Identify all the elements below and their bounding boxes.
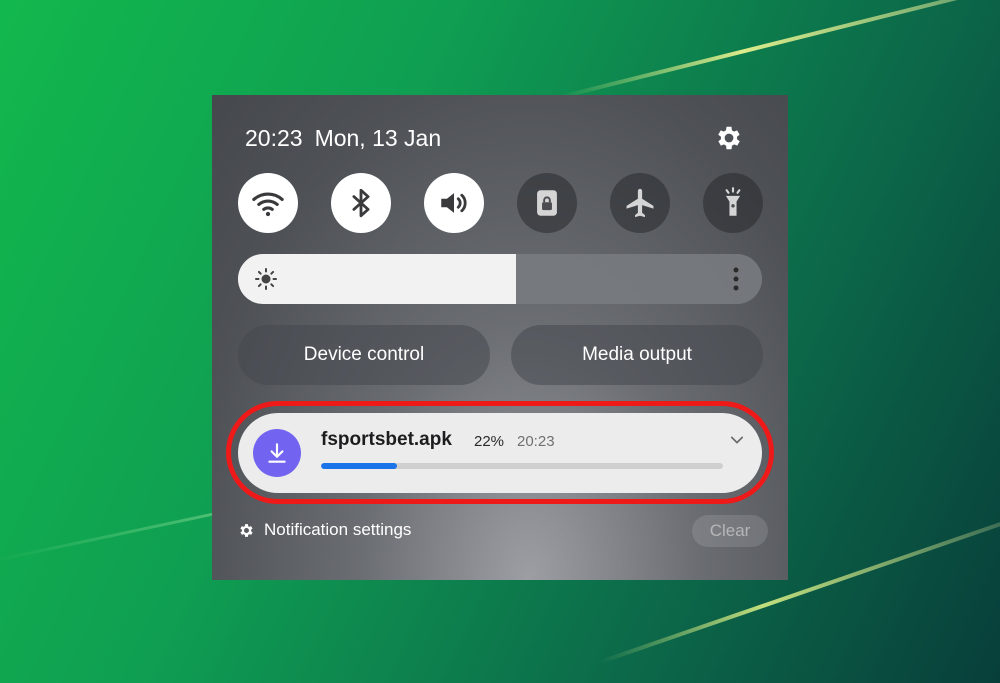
download-percent: 22%	[474, 433, 505, 450]
date-label: Mon, 13 Jan	[314, 125, 442, 151]
settings-button[interactable]	[714, 123, 744, 153]
bluetooth-icon	[352, 188, 370, 218]
lock-icon	[537, 190, 557, 216]
bluetooth-toggle[interactable]	[331, 173, 391, 233]
background-streak	[0, 510, 226, 563]
download-icon	[268, 443, 286, 463]
flashlight-toggle[interactable]	[703, 173, 763, 233]
notification-settings-label: Notification settings	[264, 520, 412, 539]
brightness-level	[238, 254, 516, 304]
download-filename: fsportsbet.apk	[321, 429, 452, 450]
download-progress-track	[321, 463, 723, 469]
brightness-slider[interactable]	[238, 254, 762, 304]
sun-icon	[255, 268, 277, 290]
download-badge	[253, 429, 301, 477]
notification-time: 20:23	[517, 433, 555, 450]
notification-settings-link[interactable]: Notification settings	[238, 520, 411, 540]
wifi-icon	[252, 192, 284, 217]
quick-toggles	[238, 173, 763, 233]
gear-icon	[718, 126, 740, 150]
sound-toggle[interactable]	[424, 173, 484, 233]
status-header: 20:23 Mon, 13 Jan	[245, 125, 453, 152]
gear-icon	[240, 523, 253, 537]
airplane-mode-toggle[interactable]	[610, 173, 670, 233]
airplane-icon	[626, 188, 654, 218]
rotation-lock-toggle[interactable]	[517, 173, 577, 233]
device-control-button[interactable]: Device control	[238, 325, 490, 385]
download-notification[interactable]: fsportsbet.apk 22% 20:23	[238, 413, 762, 493]
background-streak	[559, 0, 1000, 99]
wifi-toggle[interactable]	[238, 173, 298, 233]
clear-button[interactable]: Clear	[692, 515, 768, 547]
more-options-icon[interactable]	[732, 266, 740, 292]
chevron-down-icon[interactable]	[728, 431, 746, 449]
download-progress-bar	[321, 463, 398, 469]
flashlight-icon	[725, 187, 741, 216]
notification-panel: 20:23 Mon, 13 Jan Device control Media o…	[212, 95, 788, 580]
clock-time: 20:23	[245, 125, 303, 151]
sound-icon	[441, 193, 467, 213]
media-output-button[interactable]: Media output	[511, 325, 763, 385]
